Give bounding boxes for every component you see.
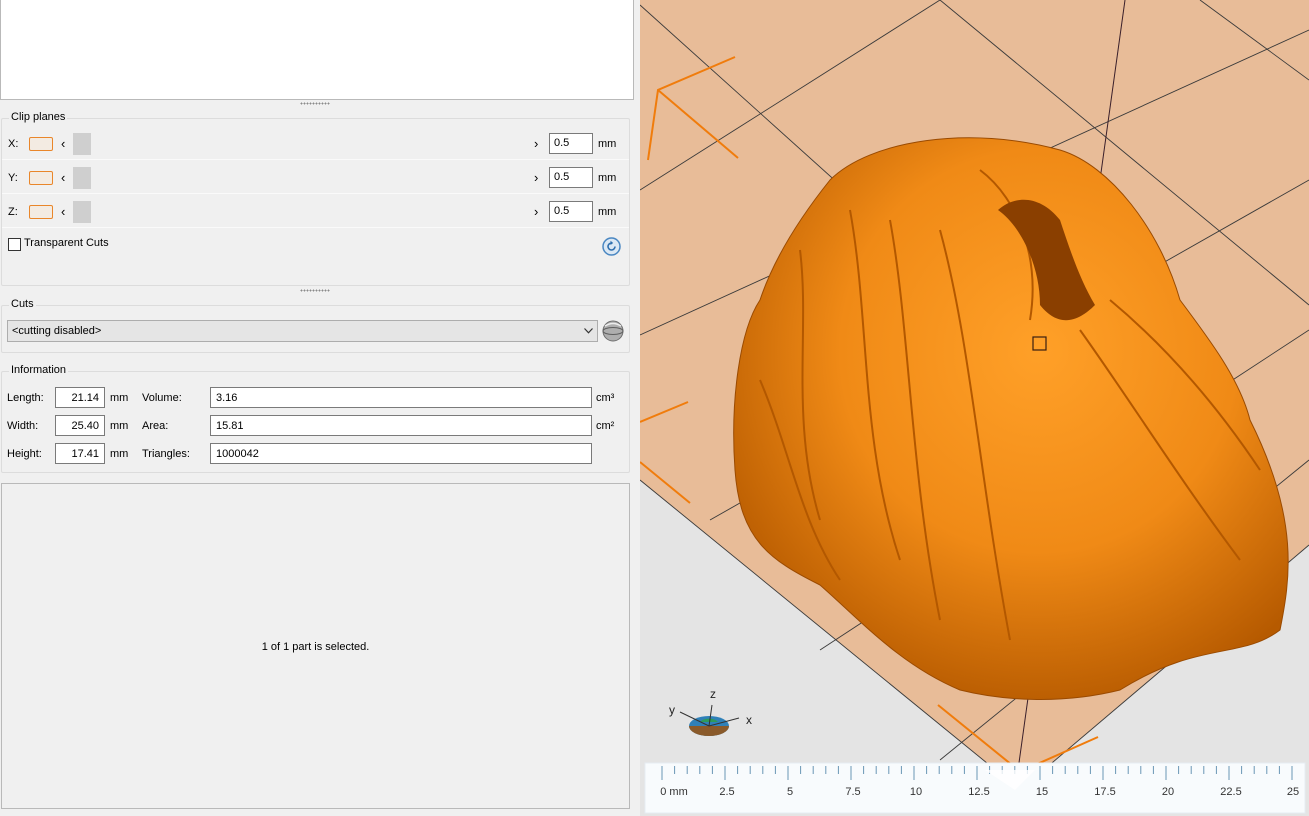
width-label: Width:: [7, 420, 39, 432]
volume-unit: cm³: [596, 392, 615, 404]
transparent-cuts-checkbox[interactable]: [8, 238, 21, 251]
height-unit: mm: [110, 448, 129, 460]
axis-z-label: z: [710, 687, 716, 701]
selection-status: 1 of 1 part is selected.: [261, 641, 370, 653]
clip-y-slider[interactable]: [73, 167, 529, 189]
width-value: 25.40: [55, 415, 105, 436]
clip-row-x: X: ‹ › 0.5 mm: [2, 130, 629, 160]
clip-x-increment-button[interactable]: ›: [534, 136, 538, 151]
clip-x-label: X:: [8, 138, 19, 150]
clip-row-z: Z: ‹ › 0.5 mm: [2, 198, 629, 228]
height-label: Height:: [7, 448, 42, 460]
chevron-down-icon: [584, 328, 593, 334]
clip-z-decrement-button[interactable]: ‹: [61, 204, 65, 219]
transparent-cuts-label: Transparent Cuts: [24, 237, 109, 249]
clip-y-value-input[interactable]: 0.5: [549, 167, 593, 188]
clip-planes-group: Clip planes X: ‹ › 0.5 mm Y: ‹ › 0.5 mm …: [1, 111, 630, 286]
length-value: 21.14: [55, 387, 105, 408]
splitter-grip-top[interactable]: [300, 102, 330, 105]
cuts-group: Cuts <cutting disabled>: [1, 298, 630, 353]
clip-z-value-input[interactable]: 0.5: [549, 201, 593, 222]
information-group: Information Length: 21.14 mm Volume: 3.1…: [1, 364, 630, 473]
selection-panel: 1 of 1 part is selected.: [1, 483, 630, 809]
ruler: 0 mm 2.5 5 7.5 10 12.5 15 17.5 20 22.5 2…: [644, 762, 1306, 814]
object-tree[interactable]: [0, 0, 634, 100]
splitter-grip-middle[interactable]: [300, 289, 330, 292]
clip-y-label: Y:: [8, 172, 18, 184]
reset-clip-icon[interactable]: [602, 237, 621, 256]
area-unit: cm²: [596, 420, 615, 432]
left-panel: Clip planes X: ‹ › 0.5 mm Y: ‹ › 0.5 mm …: [0, 0, 636, 816]
height-value: 17.41: [55, 443, 105, 464]
cuts-title: Cuts: [9, 298, 36, 310]
information-title: Information: [9, 364, 69, 376]
clip-row-y: Y: ‹ › 0.5 mm: [2, 164, 629, 194]
width-unit: mm: [110, 420, 129, 432]
clip-z-slider[interactable]: [73, 201, 529, 223]
ruler-label-3: 7.5: [845, 786, 860, 798]
clip-y-slider-thumb[interactable]: [73, 167, 91, 189]
cuts-dropdown[interactable]: <cutting disabled>: [7, 320, 598, 342]
triangles-label: Triangles:: [142, 448, 190, 460]
clip-x-decrement-button[interactable]: ‹: [61, 136, 65, 151]
clip-y-increment-button[interactable]: ›: [534, 170, 538, 185]
clip-z-label: Z:: [8, 206, 18, 218]
ruler-label-9: 22.5: [1220, 786, 1241, 798]
clip-y-decrement-button[interactable]: ‹: [61, 170, 65, 185]
clip-z-slider-thumb[interactable]: [73, 201, 91, 223]
ruler-label-10: 25: [1287, 786, 1299, 798]
clip-z-toggle[interactable]: [29, 205, 53, 219]
length-label: Length:: [7, 392, 44, 404]
ruler-label-0: 0 mm: [660, 786, 688, 798]
cutting-tool-icon[interactable]: [601, 319, 625, 343]
axis-y-label: y: [669, 703, 675, 717]
cuts-dropdown-value: <cutting disabled>: [12, 325, 102, 337]
ruler-label-7: 17.5: [1094, 786, 1115, 798]
clip-x-value-input[interactable]: 0.5: [549, 133, 593, 154]
ruler-label-5: 12.5: [968, 786, 989, 798]
ruler-label-4: 10: [910, 786, 922, 798]
clip-planes-title: Clip planes: [9, 111, 68, 123]
3d-viewport[interactable]: z x y 0 mm 2.5 5 7.5 10 12.5 15 17.5 20 …: [640, 0, 1309, 816]
ruler-label-8: 20: [1162, 786, 1174, 798]
clip-y-unit: mm: [598, 172, 617, 184]
clip-z-unit: mm: [598, 206, 617, 218]
triangles-value: 1000042: [210, 443, 592, 464]
area-value: 15.81: [210, 415, 592, 436]
clip-x-unit: mm: [598, 138, 617, 150]
clip-z-increment-button[interactable]: ›: [534, 204, 538, 219]
ruler-label-1: 2.5: [719, 786, 734, 798]
volume-label: Volume:: [142, 392, 182, 404]
clip-x-slider-thumb[interactable]: [73, 133, 91, 155]
clip-x-slider[interactable]: [73, 133, 529, 155]
axis-x-label: x: [746, 713, 752, 727]
volume-value: 3.16: [210, 387, 592, 408]
clip-x-toggle[interactable]: [29, 137, 53, 151]
viewport-scene[interactable]: z x y 0 mm 2.5 5 7.5 10 12.5 15 17.5 20 …: [640, 0, 1309, 816]
ruler-label-6: 15: [1036, 786, 1048, 798]
length-unit: mm: [110, 392, 129, 404]
ruler-label-2: 5: [787, 786, 793, 798]
clip-y-toggle[interactable]: [29, 171, 53, 185]
area-label: Area:: [142, 420, 169, 432]
